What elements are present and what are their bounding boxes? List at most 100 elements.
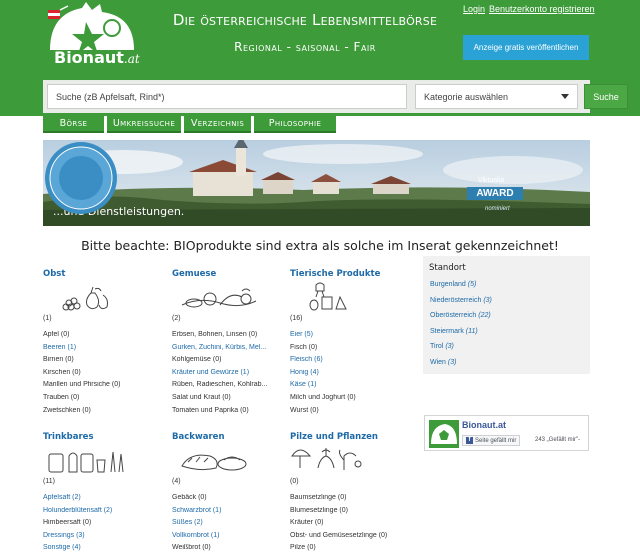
subcategory-item[interactable]: Dressings (3) (43, 532, 155, 545)
category-backwaren: Backwaren (4) Gebäck (0) Schwarzbrot (1)… (172, 432, 284, 551)
bakery-icon (181, 454, 247, 471)
subcategory-item[interactable]: Gurken, Zuchini, Kürbis, Mel... (172, 344, 284, 357)
subcategory-item: Zwetschken (0) (43, 406, 91, 414)
standort-item[interactable]: Niederösterreich (3) (430, 297, 492, 313)
subcategory-list: Eier (5) Fisch (0) Fleisch (6) Honig (4)… (290, 331, 402, 419)
hero-banner: ...und Dienstleistungen. Viktualia AWARD… (43, 140, 590, 226)
search-input[interactable] (47, 84, 407, 109)
standort-item[interactable]: Wien (3) (430, 359, 492, 375)
standort-list: Burgenland (5) Niederösterreich (3) Ober… (430, 281, 492, 375)
category-title-tierische-produkte[interactable]: Tierische Produkte (290, 269, 402, 279)
subcategory-item: Obst- und Gemüsesetzlinge (0) (290, 531, 388, 539)
login-link[interactable]: Login (463, 4, 485, 14)
logo-text: Bionaut.at (54, 48, 140, 67)
subcategory-item: Salat und Kraut (0) (172, 393, 231, 401)
subcategory-item: Marillen und Pfirsiche (0) (43, 381, 121, 389)
subcategory-item: Fisch (0) (290, 343, 318, 351)
vegetables-icon (181, 288, 257, 308)
subcategory-item: Birnen (0) (43, 356, 74, 364)
category-gemuese: Gemuese (2) Erbsen, Bohnen, Linsen (0) G… (172, 269, 284, 414)
category-title-trinkbares[interactable]: Trinkbares (43, 432, 155, 442)
category-count: (16) (290, 315, 303, 322)
standort-title: Standort (429, 263, 466, 273)
standort-item[interactable]: Steiermark (11) (430, 328, 492, 344)
facebook-icon: f (466, 437, 473, 444)
category-title-backwaren[interactable]: Backwaren (172, 432, 284, 442)
facebook-likes-count: 243 „Gefällt mir"- (535, 437, 581, 443)
search-button[interactable]: Suche (584, 84, 628, 109)
site-subtagline: Regional - saisonal - Fair (234, 40, 376, 54)
search-bar: Kategorie auswählen Suche (43, 80, 628, 113)
facebook-like-box: Bionaut.at f Seite gefällt mir 243 „Gefä… (424, 415, 589, 451)
category-tierische-produkte: Tierische Produkte (16) Eier (5) Fisch (… (290, 269, 402, 414)
subcategory-item: Tomaten und Paprika (0) (172, 406, 249, 414)
subcategory-item[interactable]: Käse (1) (290, 381, 402, 394)
subcategory-item[interactable]: Kräuter und Gewürze (1) (172, 369, 284, 382)
category-title-pilze-pflanzen[interactable]: Pilze und Pflanzen (290, 432, 402, 442)
subcategory-item: Kohlgemüse (0) (172, 356, 222, 364)
subcategory-item[interactable]: Vollkornbrot (1) (172, 532, 284, 545)
bio-notice: Bitte beachte: BIOprodukte sind extra al… (81, 238, 559, 253)
animal-products-icon (309, 282, 347, 311)
tab-umkreissuche[interactable]: Umkreissuche (107, 116, 181, 133)
subcategory-item: Milch und Joghurt (0) (290, 393, 356, 401)
category-count: (11) (43, 478, 55, 485)
subcategory-item[interactable]: Schwarzbrot (1) (172, 507, 284, 520)
subcategory-item[interactable]: Fleisch (6) (290, 356, 402, 369)
site-tagline: Die österreichische Lebensmittelbörse (172, 11, 438, 29)
chevron-down-icon (561, 94, 569, 99)
site-header: Bionaut.at Die österreichische Lebensmit… (0, 0, 640, 116)
subcategory-item: Kirschen (0) (43, 368, 81, 376)
subcategory-item: Blumesetzlinge (0) (290, 506, 348, 514)
plants-icon (291, 448, 362, 470)
subcategory-item: Wurst (0) (290, 406, 319, 414)
standort-panel: Standort Burgenland (5) Niederösterreich… (423, 256, 590, 374)
category-select[interactable]: Kategorie auswählen (415, 84, 578, 109)
subcategory-item: Weißbrot (0) (172, 544, 211, 552)
subcategory-item: Erbsen, Bohnen, Linsen (0) (172, 331, 258, 338)
subcategory-item: Gebäck (0) (172, 494, 207, 501)
subcategory-list: Gebäck (0) Schwarzbrot (1) Süßes (2) Vol… (172, 494, 284, 557)
category-count: (4) (172, 478, 181, 485)
category-obst: Obst (1) Äpfel (0) Beeren (1) Birnen (0)… (43, 269, 155, 414)
award-title: Viktualia (477, 177, 505, 184)
standort-item[interactable]: Oberösterreich (22) (430, 312, 492, 328)
tab-philosophie[interactable]: Philosophie (254, 116, 336, 133)
subcategory-item[interactable]: Sonstige (4) (43, 544, 155, 557)
category-trinkbares: Trinkbares (11) Apfelsaft (2) Holunderbl… (43, 432, 155, 551)
category-count: (0) (290, 478, 299, 485)
standort-item[interactable]: Burgenland (5) (430, 281, 492, 297)
standort-item[interactable]: Tirol (3) (430, 343, 492, 359)
drinks-icon (48, 451, 124, 473)
subcategory-item[interactable]: Eier (5) (290, 331, 402, 344)
subcategory-item: Himbeersaft (0) (43, 519, 92, 527)
category-count: (2) (172, 315, 181, 322)
award-name: AWARD (467, 187, 523, 200)
register-link[interactable]: Benutzerkonto registrieren (489, 4, 595, 14)
main-nav: Börse Umkreissuche Verzeichnis Philosoph… (43, 116, 339, 134)
award-nominated: nominiert (485, 206, 510, 212)
subcategory-item: Kräuter (0) (290, 519, 324, 527)
publish-ad-button[interactable]: Anzeige gratis veröffentlichen (463, 35, 589, 60)
bionaut-logo-icon (431, 424, 457, 444)
category-title-gemuese[interactable]: Gemuese (172, 269, 284, 279)
fruit-icon (62, 286, 108, 311)
subcategory-item: Trauben (0) (43, 393, 80, 401)
category-title-obst[interactable]: Obst (43, 269, 155, 279)
subcategory-item[interactable]: Apfelsaft (2) (43, 494, 155, 507)
tab-boerse[interactable]: Börse (43, 116, 104, 133)
subcategory-item[interactable]: Honig (4) (290, 369, 402, 382)
category-select-value: Kategorie auswählen (424, 91, 509, 102)
subcategory-item[interactable]: Beeren (1) (43, 344, 155, 357)
subcategory-item[interactable]: Holunderblütensaft (2) (43, 507, 155, 520)
site-logo[interactable]: Bionaut.at (46, 2, 140, 74)
facebook-like-button[interactable]: f Seite gefällt mir (462, 435, 521, 446)
tab-verzeichnis[interactable]: Verzeichnis (184, 116, 251, 133)
facebook-page-name[interactable]: Bionaut.at (462, 420, 506, 430)
subcategory-item: Äpfel (0) (43, 331, 70, 338)
facebook-page-avatar[interactable] (429, 420, 459, 448)
subcategory-item: Baumsetzlinge (0) (290, 494, 347, 501)
subcategory-list: Baumsetzlinge (0) Blumesetzlinge (0) Krä… (290, 494, 402, 557)
subcategory-list: Apfelsaft (2) Holunderblütensaft (2) Him… (43, 494, 155, 557)
subcategory-item[interactable]: Süßes (2) (172, 519, 284, 532)
